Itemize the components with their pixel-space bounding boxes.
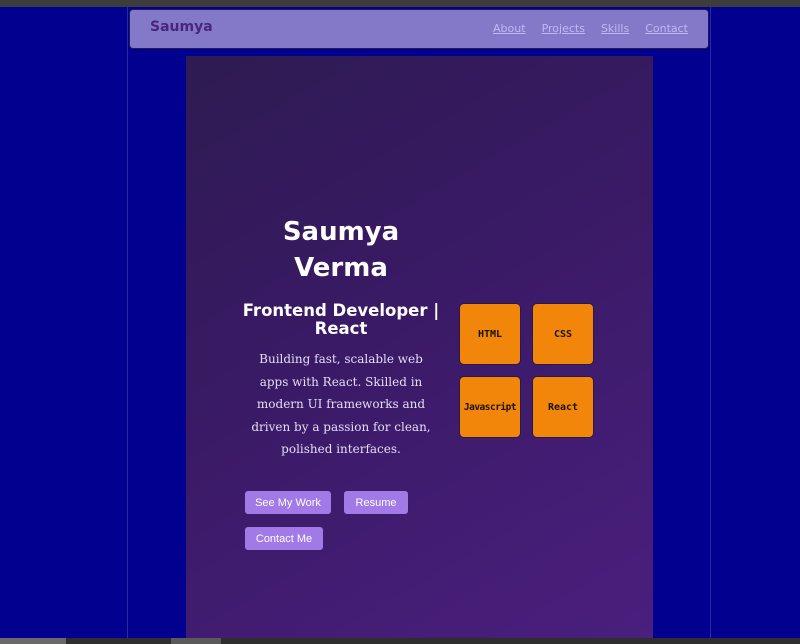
nav-link-skills[interactable]: Skills	[601, 22, 629, 35]
see-my-work-button[interactable]: See My Work	[244, 490, 332, 515]
nav-link-projects[interactable]: Projects	[542, 22, 585, 35]
nav-links: About Projects Skills Contact	[493, 22, 688, 35]
brand-logo[interactable]: Saumya	[150, 19, 213, 35]
skill-tile-react: React	[532, 376, 594, 438]
skill-tile-javascript: Javascript	[459, 376, 521, 438]
contact-me-button[interactable]: Contact Me	[244, 526, 324, 551]
hero-name-first: Saumya	[282, 217, 400, 247]
nav-link-contact[interactable]: Contact	[645, 22, 688, 35]
navbar: Saumya About Projects Skills Contact	[129, 9, 709, 49]
hero-bio: Building fast, scalable web apps with Re…	[251, 352, 431, 456]
bottom-bar-segment	[0, 638, 66, 644]
hero-role: Frontend Developer | React	[242, 301, 440, 338]
hero-section: Saumya Verma Frontend Developer | React …	[186, 56, 653, 644]
hero-name: Saumya Verma	[241, 214, 441, 286]
resume-button[interactable]: Resume	[343, 490, 409, 515]
hero-intro: Saumya Verma Frontend Developer | React …	[241, 214, 441, 473]
bottom-bar-segment	[171, 638, 221, 644]
skill-tile-html: HTML	[459, 303, 521, 365]
hero-name-last: Verma	[294, 253, 388, 283]
skill-tile-css: CSS	[532, 303, 594, 365]
bottom-scrollbar[interactable]	[0, 638, 800, 644]
nav-link-about[interactable]: About	[493, 22, 526, 35]
window-top-strip	[0, 0, 800, 7]
